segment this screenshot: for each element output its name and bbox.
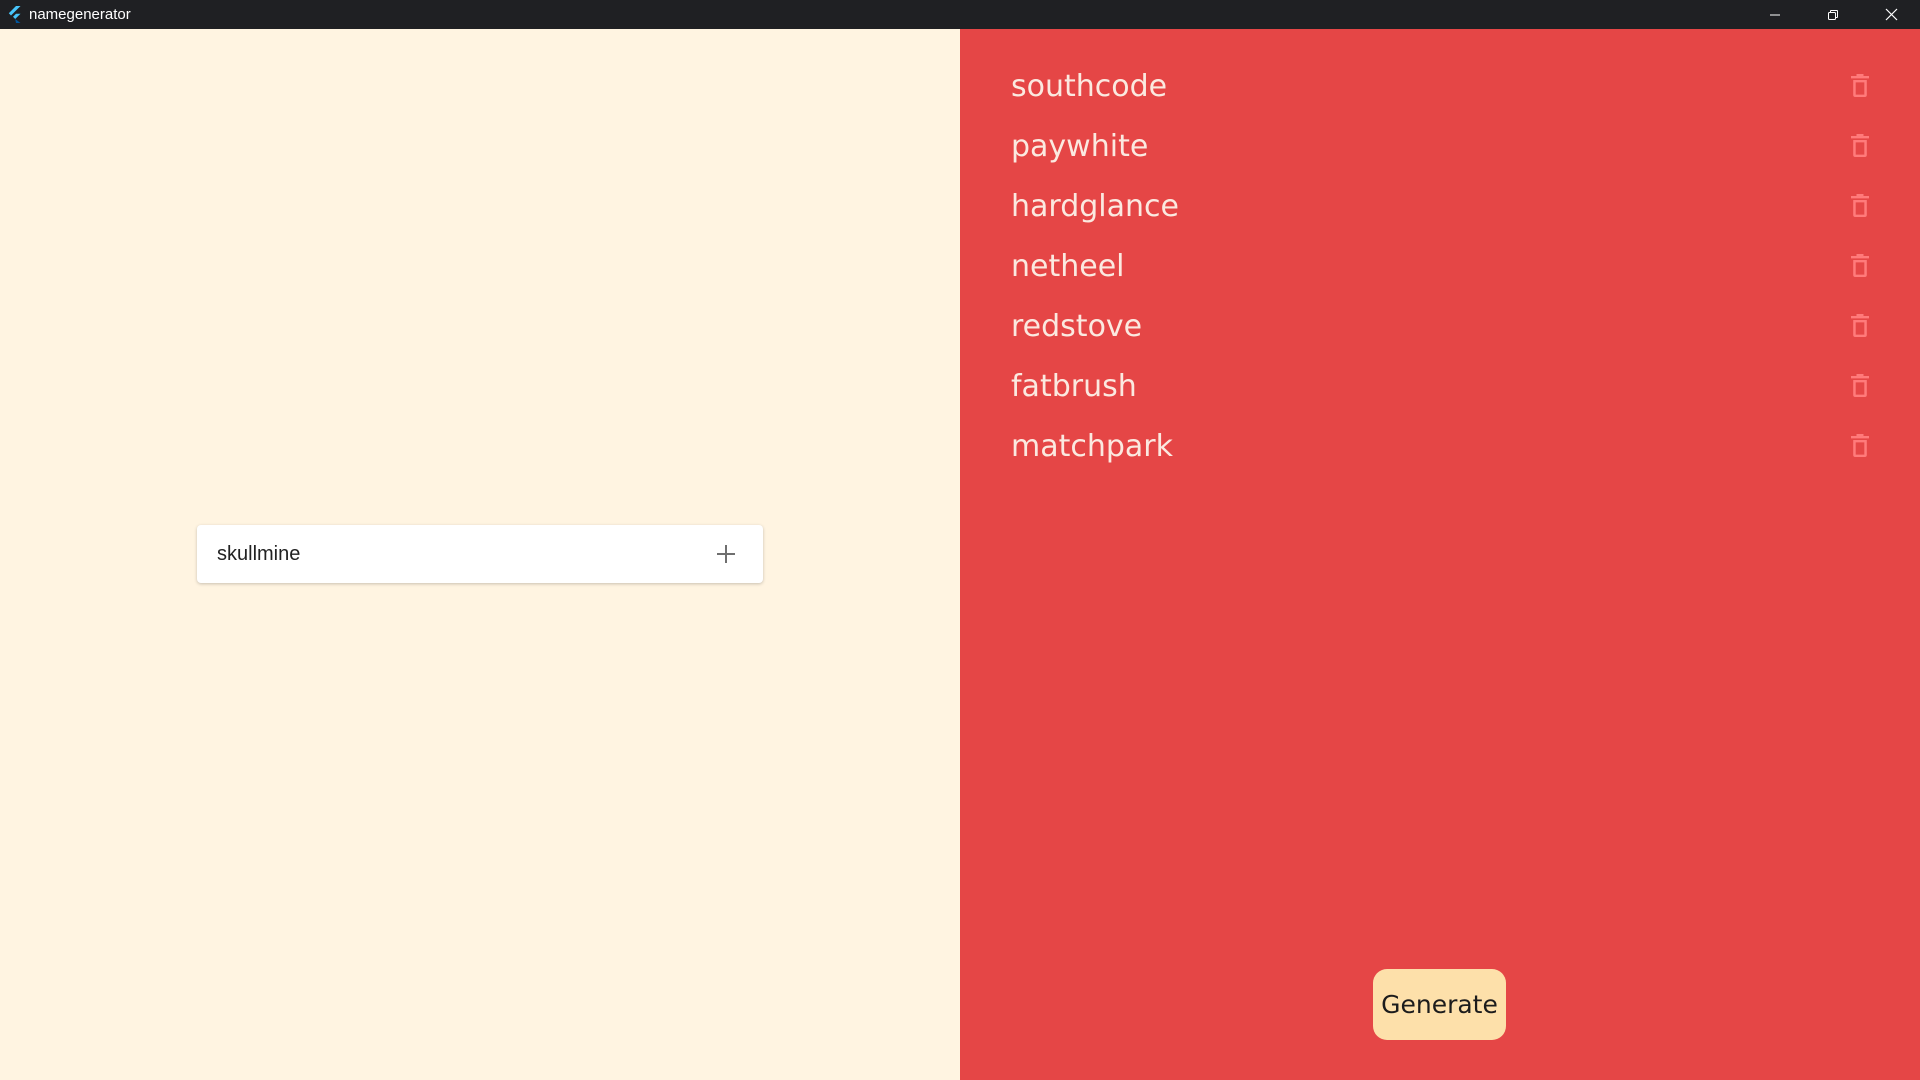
- restore-button[interactable]: [1804, 0, 1862, 29]
- name-label: fatbrush: [1011, 368, 1137, 404]
- app-window: namegenerator skullmine southcode paywhi…: [0, 0, 1920, 1080]
- delete-button[interactable]: [1846, 370, 1874, 402]
- delete-button[interactable]: [1846, 130, 1874, 162]
- trash-icon: [1851, 74, 1869, 97]
- input-panel: [0, 29, 960, 1080]
- name-input[interactable]: [197, 524, 697, 584]
- delete-button[interactable]: [1846, 310, 1874, 342]
- name-label: southcode: [1011, 68, 1168, 104]
- list-item: paywhite: [960, 116, 1920, 176]
- delete-button[interactable]: [1846, 250, 1874, 282]
- names-panel: southcode paywhite hardglance netheel re…: [960, 29, 1920, 1080]
- trash-icon: [1851, 314, 1869, 337]
- delete-button[interactable]: [1846, 430, 1874, 462]
- name-label: paywhite: [1011, 128, 1149, 164]
- name-input-card: [197, 524, 763, 584]
- delete-button[interactable]: [1846, 70, 1874, 102]
- list-item: hardglance: [960, 176, 1920, 236]
- trash-icon: [1851, 194, 1869, 217]
- list-item: southcode: [960, 56, 1920, 116]
- list-item: fatbrush: [960, 356, 1920, 416]
- trash-icon: [1851, 254, 1869, 277]
- flutter-logo-icon: [5, 6, 23, 24]
- name-label: hardglance: [1011, 188, 1179, 224]
- delete-button[interactable]: [1846, 190, 1874, 222]
- title-bar: namegenerator: [0, 0, 1920, 29]
- window-title: namegenerator: [29, 6, 131, 23]
- name-label: netheel: [1011, 248, 1125, 284]
- name-label: redstove: [1011, 308, 1143, 344]
- list-item: netheel: [960, 236, 1920, 296]
- restore-icon: [1828, 9, 1838, 20]
- plus-icon: [717, 545, 735, 563]
- name-list: southcode paywhite hardglance netheel re…: [960, 56, 1920, 476]
- list-item: matchpark: [960, 416, 1920, 476]
- list-item: redstove: [960, 296, 1920, 356]
- trash-icon: [1851, 134, 1869, 157]
- close-button[interactable]: [1862, 0, 1920, 29]
- trash-icon: [1851, 374, 1869, 397]
- generate-button[interactable]: Generate: [1373, 969, 1506, 1040]
- close-icon: [1885, 8, 1897, 21]
- minimize-icon: [1770, 14, 1780, 15]
- trash-icon: [1851, 434, 1869, 457]
- add-name-button[interactable]: [697, 525, 755, 583]
- window-controls: [1746, 0, 1920, 29]
- name-label: matchpark: [1011, 428, 1174, 464]
- minimize-button[interactable]: [1746, 0, 1804, 29]
